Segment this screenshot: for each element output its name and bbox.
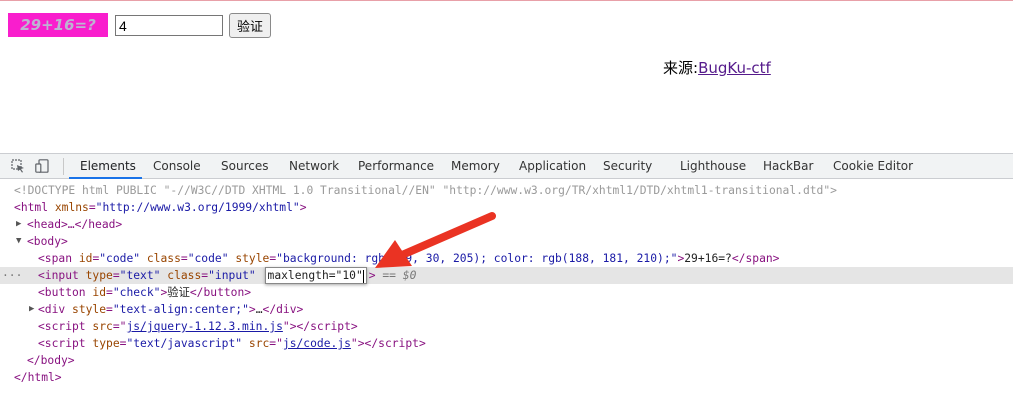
dom-node-div[interactable]: ▶ <div style="text-align:center;">…</div… [0,301,1013,318]
page-viewport: 29+16=? 验证 来源:BugKu-ctf [0,0,1013,153]
script-src-link[interactable]: js/code.js [283,337,351,350]
tab-lighthouse[interactable]: Lighthouse [680,154,746,179]
tab-console[interactable]: Console [153,154,201,179]
tab-elements[interactable]: Elements [80,154,136,179]
captcha-code: 29+16=? [8,13,108,37]
dom-node-doctype[interactable]: <!DOCTYPE html PUBLIC "-//W3C//DTD XHTML… [0,182,1013,199]
attribute-edit-field[interactable]: maxlength="10" [264,267,367,284]
tab-security[interactable]: Security [603,154,652,179]
dom-node-html[interactable]: <html xmlns="http://www.w3.org/1999/xhtm… [0,199,1013,216]
devtools-tabbar: Elements Console Sources Network Perform… [0,153,1013,179]
expand-triangle-icon[interactable]: ▶ [16,216,21,233]
answer-input[interactable] [115,15,223,36]
source-line: 来源:BugKu-ctf [663,57,771,78]
tab-memory[interactable]: Memory [451,154,500,179]
script-src-link[interactable]: js/jquery-1.12.3.min.js [126,320,282,333]
verify-button[interactable]: 验证 [229,13,271,38]
device-toggle-icon[interactable] [35,159,49,173]
dom-node-body-close[interactable]: </body> [0,352,1013,369]
tab-hackbar[interactable]: HackBar [763,154,813,179]
dom-node-span-code[interactable]: <span id="code" class="code" style="back… [0,250,1013,267]
tab-network[interactable]: Network [289,154,339,179]
devtools-panel: Elements Console Sources Network Perform… [0,153,1013,420]
dom-node-html-close[interactable]: </html> [0,369,1013,386]
source-link[interactable]: BugKu-ctf [698,59,771,77]
dom-node-script-code[interactable]: <script type="text/javascript" src="js/c… [0,335,1013,352]
dom-node-head[interactable]: ▶ <head>…</head> [0,216,1013,233]
tab-sources[interactable]: Sources [221,154,268,179]
dom-node-script-jquery[interactable]: <script src="js/jquery-1.12.3.min.js"></… [0,318,1013,335]
dom-node-button[interactable]: <button id="check">验证</button> [0,284,1013,301]
collapse-triangle-icon[interactable]: ▼ [16,233,21,250]
tab-performance[interactable]: Performance [358,154,434,179]
text-caret [362,269,364,283]
tab-application[interactable]: Application [519,154,586,179]
active-tab-indicator [69,177,142,179]
tab-cookie-editor[interactable]: Cookie Editor [833,154,913,179]
toolbar-divider [63,158,64,175]
expand-triangle-icon[interactable]: ▶ [29,301,34,318]
inspect-element-icon[interactable] [11,159,25,173]
dom-node-input-selected[interactable]: ··· <input type="text" class="input" max… [0,267,1013,284]
dom-tree: <!DOCTYPE html PUBLIC "-//W3C//DTD XHTML… [0,180,1013,420]
source-prefix: 来源: [663,59,699,77]
more-options-icon[interactable]: ··· [2,267,22,284]
dom-node-body[interactable]: ▼ <body> [0,233,1013,250]
